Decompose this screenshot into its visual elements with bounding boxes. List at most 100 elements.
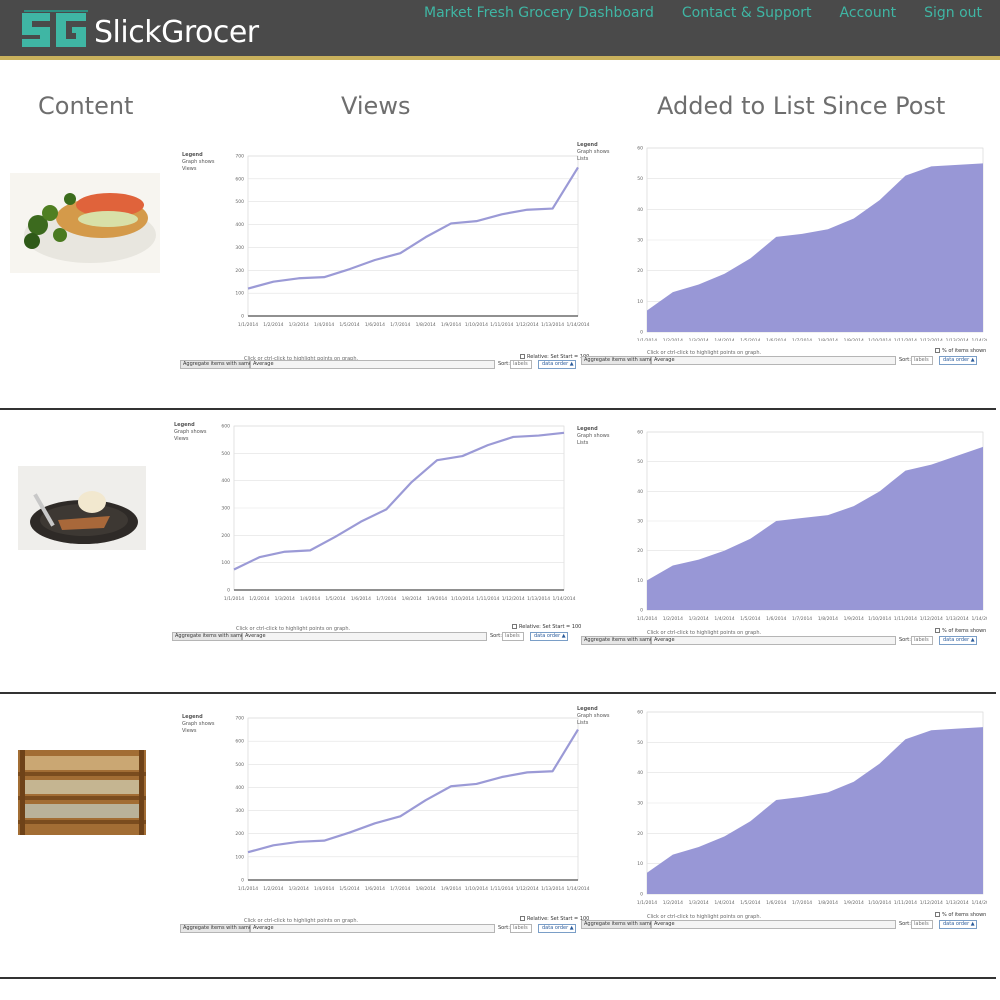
- data-point[interactable]: [749, 257, 751, 259]
- data-point[interactable]: [374, 822, 376, 824]
- data-point[interactable]: [853, 217, 855, 219]
- data-point[interactable]: [646, 309, 648, 311]
- data-point[interactable]: [930, 463, 932, 465]
- aggregate-select[interactable]: Average: [651, 920, 896, 929]
- sort-field[interactable]: labels: [510, 360, 532, 369]
- chart-svg[interactable]: 0 100 200 300 400 500 600 1/1/2014 1/2/2014 1/3/2…: [172, 420, 582, 625]
- lists-chart[interactable]: 0 10 20 30 40 50 60 1/1/2014 1/2/2014 1/3/2014 1/4…: [577, 136, 987, 376]
- data-point[interactable]: [930, 729, 932, 731]
- data-point[interactable]: [551, 770, 553, 772]
- data-point[interactable]: [563, 432, 565, 434]
- data-point[interactable]: [526, 209, 528, 211]
- data-point[interactable]: [461, 455, 463, 457]
- data-order-button[interactable]: data order ▲: [538, 360, 576, 369]
- data-point[interactable]: [646, 579, 648, 581]
- data-point[interactable]: [672, 291, 674, 293]
- data-point[interactable]: [801, 796, 803, 798]
- dessert-plate-thumbnail[interactable]: [18, 466, 146, 550]
- data-point[interactable]: [801, 233, 803, 235]
- data-point[interactable]: [436, 459, 438, 461]
- data-point[interactable]: [374, 259, 376, 261]
- aggregate-select[interactable]: Average: [250, 360, 495, 369]
- data-point[interactable]: [956, 164, 958, 166]
- data-point[interactable]: [697, 283, 699, 285]
- data-point[interactable]: [853, 505, 855, 507]
- aggregate-select[interactable]: Average: [250, 924, 495, 933]
- data-point[interactable]: [309, 549, 311, 551]
- data-point[interactable]: [298, 841, 300, 843]
- data-order-button[interactable]: data order ▲: [538, 924, 576, 933]
- data-point[interactable]: [904, 174, 906, 176]
- data-point[interactable]: [450, 222, 452, 224]
- data-point[interactable]: [827, 791, 829, 793]
- data-point[interactable]: [475, 220, 477, 222]
- data-point[interactable]: [904, 738, 906, 740]
- data-order-button[interactable]: data order ▲: [939, 920, 977, 929]
- sort-field[interactable]: labels: [911, 636, 933, 645]
- data-point[interactable]: [360, 520, 362, 522]
- sort-field[interactable]: labels: [510, 924, 532, 933]
- data-point[interactable]: [801, 517, 803, 519]
- data-point[interactable]: [487, 444, 489, 446]
- data-point[interactable]: [348, 268, 350, 270]
- data-point[interactable]: [577, 166, 579, 168]
- data-point[interactable]: [323, 839, 325, 841]
- data-point[interactable]: [775, 520, 777, 522]
- data-point[interactable]: [853, 781, 855, 783]
- data-point[interactable]: [501, 213, 503, 215]
- plated-dish-thumbnail[interactable]: [10, 173, 160, 273]
- data-point[interactable]: [272, 281, 274, 283]
- data-point[interactable]: [697, 846, 699, 848]
- data-point[interactable]: [646, 872, 648, 874]
- percent-items-checkbox[interactable]: % of items shown: [935, 348, 986, 354]
- data-point[interactable]: [775, 236, 777, 238]
- data-point[interactable]: [697, 558, 699, 560]
- data-point[interactable]: [878, 490, 880, 492]
- data-point[interactable]: [956, 455, 958, 457]
- data-point[interactable]: [956, 727, 958, 729]
- chart-svg[interactable]: 0 100 200 300 400 500 600 700 1/1/2014 1/2/2014 1/…: [180, 150, 590, 355]
- data-point[interactable]: [247, 287, 249, 289]
- data-point[interactable]: [298, 277, 300, 279]
- data-point[interactable]: [385, 508, 387, 510]
- data-point[interactable]: [450, 785, 452, 787]
- data-order-button[interactable]: data order ▲: [939, 636, 977, 645]
- data-point[interactable]: [982, 726, 984, 728]
- cheese-shelves-thumbnail[interactable]: [18, 750, 146, 835]
- data-point[interactable]: [424, 799, 426, 801]
- relative-start-checkbox[interactable]: Relative: Set Start = 100: [512, 624, 581, 630]
- chart-svg[interactable]: 0 10 20 30 40 50 60 1/1/2014 1/2/2014 1/3/2014 1/4…: [635, 420, 987, 625]
- chart-svg[interactable]: 0 10 20 30 40 50 60 1/1/2014 1/2/2014 1/3/2014 1/4…: [635, 700, 987, 906]
- nav-contact-link[interactable]: Contact & Support: [682, 4, 812, 22]
- data-point[interactable]: [247, 851, 249, 853]
- data-point[interactable]: [233, 568, 235, 570]
- data-point[interactable]: [272, 844, 274, 846]
- data-point[interactable]: [399, 815, 401, 817]
- views-chart[interactable]: 0 100 200 300 400 500 600 700 1/1/2014 1/2/2014 1/…: [180, 150, 590, 390]
- data-point[interactable]: [982, 446, 984, 448]
- lists-chart[interactable]: 0 10 20 30 40 50 60 1/1/2014 1/2/2014 1/3/2014 1/4…: [577, 420, 987, 660]
- data-point[interactable]: [334, 536, 336, 538]
- sort-field[interactable]: labels: [911, 920, 933, 929]
- data-point[interactable]: [827, 228, 829, 230]
- data-point[interactable]: [475, 783, 477, 785]
- data-point[interactable]: [672, 853, 674, 855]
- data-point[interactable]: [827, 514, 829, 516]
- data-point[interactable]: [749, 820, 751, 822]
- data-point[interactable]: [878, 762, 880, 764]
- nav-signout-link[interactable]: Sign out: [924, 4, 982, 22]
- data-point[interactable]: [323, 276, 325, 278]
- sort-field[interactable]: labels: [502, 632, 524, 641]
- sort-field[interactable]: labels: [911, 356, 933, 365]
- data-point[interactable]: [526, 771, 528, 773]
- data-point[interactable]: [410, 481, 412, 483]
- data-point[interactable]: [537, 434, 539, 436]
- data-order-button[interactable]: data order ▲: [530, 632, 568, 641]
- data-point[interactable]: [399, 252, 401, 254]
- chart-svg[interactable]: 0 10 20 30 40 50 60 1/1/2014 1/2/2014 1/3/2014 1/4…: [635, 136, 987, 342]
- aggregate-select[interactable]: Average: [651, 356, 896, 365]
- relative-start-checkbox[interactable]: Relative: Set Start = 100: [520, 916, 589, 922]
- data-point[interactable]: [878, 199, 880, 201]
- nav-account-link[interactable]: Account: [840, 4, 897, 22]
- data-point[interactable]: [904, 469, 906, 471]
